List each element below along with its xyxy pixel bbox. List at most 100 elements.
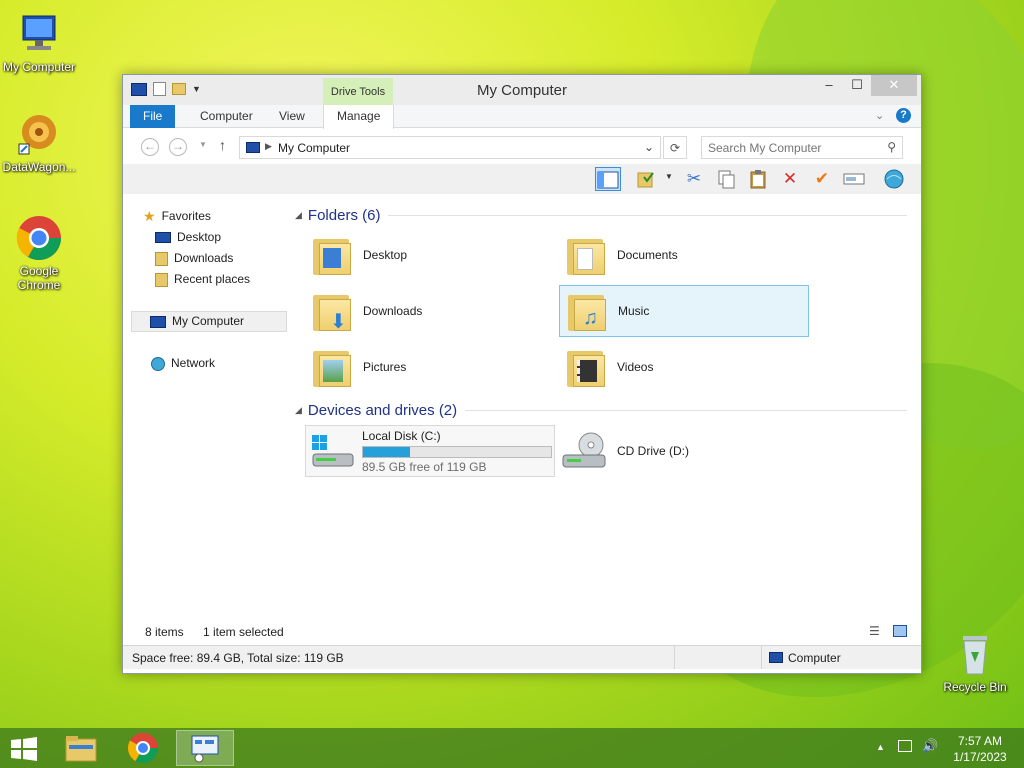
- address-bar[interactable]: ▶ My Computer ⌄: [239, 136, 661, 159]
- rename-button[interactable]: [841, 167, 867, 191]
- computer-icon: [246, 142, 260, 153]
- network-icon: [151, 356, 165, 371]
- details-view-button[interactable]: ☰: [869, 624, 880, 638]
- network-tray-icon[interactable]: [898, 740, 912, 752]
- drive-tile-cd-drive[interactable]: CD Drive (D:): [559, 425, 809, 477]
- title-bar[interactable]: ▼ Drive Tools My Computer – ☐ ✕: [123, 75, 921, 105]
- music-folder-icon: ♫: [566, 289, 608, 333]
- folder-tile-pictures[interactable]: Pictures: [305, 341, 555, 393]
- paste-button[interactable]: [745, 167, 771, 191]
- desktop-icon-datawagon[interactable]: DataWagon...: [1, 110, 77, 174]
- breadcrumb-separator-icon[interactable]: ▶: [265, 141, 272, 152]
- drive-label: CD Drive (D:): [617, 444, 689, 458]
- taskbar-control-panel[interactable]: [176, 730, 234, 766]
- desktop-icon-label: DataWagon...: [2, 160, 76, 174]
- drives-section-header[interactable]: ◢ Devices and drives (2): [295, 400, 907, 420]
- nav-item-label: Favorites: [161, 209, 211, 223]
- downloads-folder-icon: ⬇: [311, 289, 353, 333]
- volume-tray-icon[interactable]: 🔊: [922, 738, 938, 754]
- folder-label: Downloads: [363, 304, 423, 318]
- tab-computer[interactable]: Computer: [187, 105, 266, 128]
- videos-folder-icon: [565, 345, 607, 389]
- file-explorer-icon: [65, 736, 97, 762]
- nav-item-label: My Computer: [172, 314, 245, 328]
- folder-label: Desktop: [363, 248, 408, 262]
- section-divider: [465, 409, 907, 411]
- help-icon[interactable]: ?: [896, 108, 911, 123]
- status-divider: [674, 646, 675, 669]
- nav-item-recent-places[interactable]: Recent places: [155, 269, 311, 290]
- properties-button[interactable]: [633, 167, 659, 191]
- folders-section-header[interactable]: ◢ Folders (6): [295, 205, 907, 225]
- nav-item-label: Downloads: [174, 251, 234, 265]
- copy-button[interactable]: [713, 167, 739, 191]
- section-divider: [388, 214, 907, 216]
- space-summary: Space free: 89.4 GB, Total size: 119 GB: [132, 651, 344, 665]
- search-box[interactable]: ⚲: [701, 136, 903, 159]
- large-icons-view-button[interactable]: [893, 625, 907, 637]
- breadcrumb[interactable]: My Computer: [278, 141, 350, 155]
- nav-item-my-computer[interactable]: My Computer: [131, 311, 287, 332]
- properties-dropdown-chevron-icon[interactable]: ▼: [665, 172, 673, 181]
- datawagon-icon: [15, 110, 63, 158]
- network-globe-button[interactable]: [881, 167, 907, 191]
- desktop-icon-chrome[interactable]: Google Chrome: [1, 214, 77, 292]
- computer-icon: [15, 10, 63, 58]
- tab-file[interactable]: File: [130, 105, 176, 128]
- system-clock[interactable]: 7:57 AM 1/17/2023: [944, 733, 1016, 765]
- folder-tile-downloads[interactable]: ⬇ Downloads: [305, 285, 555, 337]
- nav-item-network[interactable]: Network: [151, 353, 307, 374]
- minimize-button[interactable]: –: [815, 75, 843, 96]
- refresh-button[interactable]: ⟳: [663, 136, 687, 159]
- nav-item-label: Network: [171, 356, 216, 370]
- folder-tile-desktop[interactable]: Desktop: [305, 229, 555, 281]
- nav-item-desktop[interactable]: Desktop: [155, 227, 311, 248]
- ribbon-expand-chevron-icon[interactable]: ⌄: [875, 109, 884, 122]
- nav-item-downloads[interactable]: Downloads: [155, 248, 311, 269]
- cut-button[interactable]: ✂: [681, 167, 707, 191]
- tab-manage[interactable]: Manage: [323, 105, 395, 129]
- window-title: My Computer: [476, 82, 568, 99]
- recent-locations-chevron-icon[interactable]: ▼: [199, 140, 207, 149]
- desktop-icon-label: Recycle Bin: [943, 680, 1007, 694]
- desktop-icon-label: Google Chrome: [17, 264, 61, 292]
- address-dropdown-chevron-icon[interactable]: ⌄: [644, 140, 654, 154]
- section-title: Folders (6): [307, 206, 381, 224]
- drive-free-space: 89.5 GB free of 119 GB: [362, 460, 487, 474]
- search-icon: ⚲: [887, 140, 896, 154]
- section-title: Devices and drives (2): [307, 401, 458, 419]
- forward-button[interactable]: →: [169, 138, 187, 156]
- folder-tile-documents[interactable]: Documents: [559, 229, 809, 281]
- tab-view[interactable]: View: [266, 105, 318, 128]
- recent-places-icon: [155, 272, 168, 287]
- show-hidden-icons-chevron-icon[interactable]: ▲: [876, 742, 885, 752]
- search-input[interactable]: [708, 138, 878, 158]
- downloads-folder-icon: [155, 251, 168, 266]
- back-button[interactable]: ←: [141, 138, 159, 156]
- apply-button[interactable]: ✔: [809, 167, 835, 191]
- up-arrow-icon[interactable]: ↑: [219, 137, 226, 153]
- control-panel-icon: [191, 735, 219, 763]
- desktop-icon-my-computer[interactable]: My Computer: [1, 10, 77, 74]
- delete-button[interactable]: ✕: [777, 167, 803, 191]
- desktop-icon-recycle-bin[interactable]: Recycle Bin: [937, 630, 1013, 694]
- maximize-button[interactable]: ☐: [843, 75, 871, 96]
- drive-tile-local-disk[interactable]: Local Disk (C:) 89.5 GB free of 119 GB: [305, 425, 555, 477]
- folder-tile-videos[interactable]: Videos: [559, 341, 809, 393]
- nav-item-favorites[interactable]: ★ Favorites: [143, 206, 299, 227]
- folder-tile-music[interactable]: ♫ Music: [559, 285, 809, 337]
- start-button[interactable]: [10, 737, 38, 761]
- documents-folder-icon: [565, 233, 607, 277]
- folder-label: Pictures: [363, 360, 407, 374]
- chrome-icon: [15, 214, 63, 262]
- preview-pane-button[interactable]: [595, 167, 621, 191]
- ribbon-tabs: File Computer View Manage ⌄ ?: [123, 105, 921, 129]
- taskbar-chrome[interactable]: [114, 730, 172, 766]
- taskbar: ▲ 🔊 7:57 AM 1/17/2023: [0, 728, 1024, 768]
- close-button[interactable]: ✕: [871, 75, 917, 96]
- computer-icon: [769, 652, 783, 663]
- taskbar-file-explorer[interactable]: [52, 730, 110, 766]
- folder-label: Music: [618, 304, 650, 318]
- star-icon: ★: [143, 208, 156, 224]
- folder-label: Videos: [617, 360, 654, 374]
